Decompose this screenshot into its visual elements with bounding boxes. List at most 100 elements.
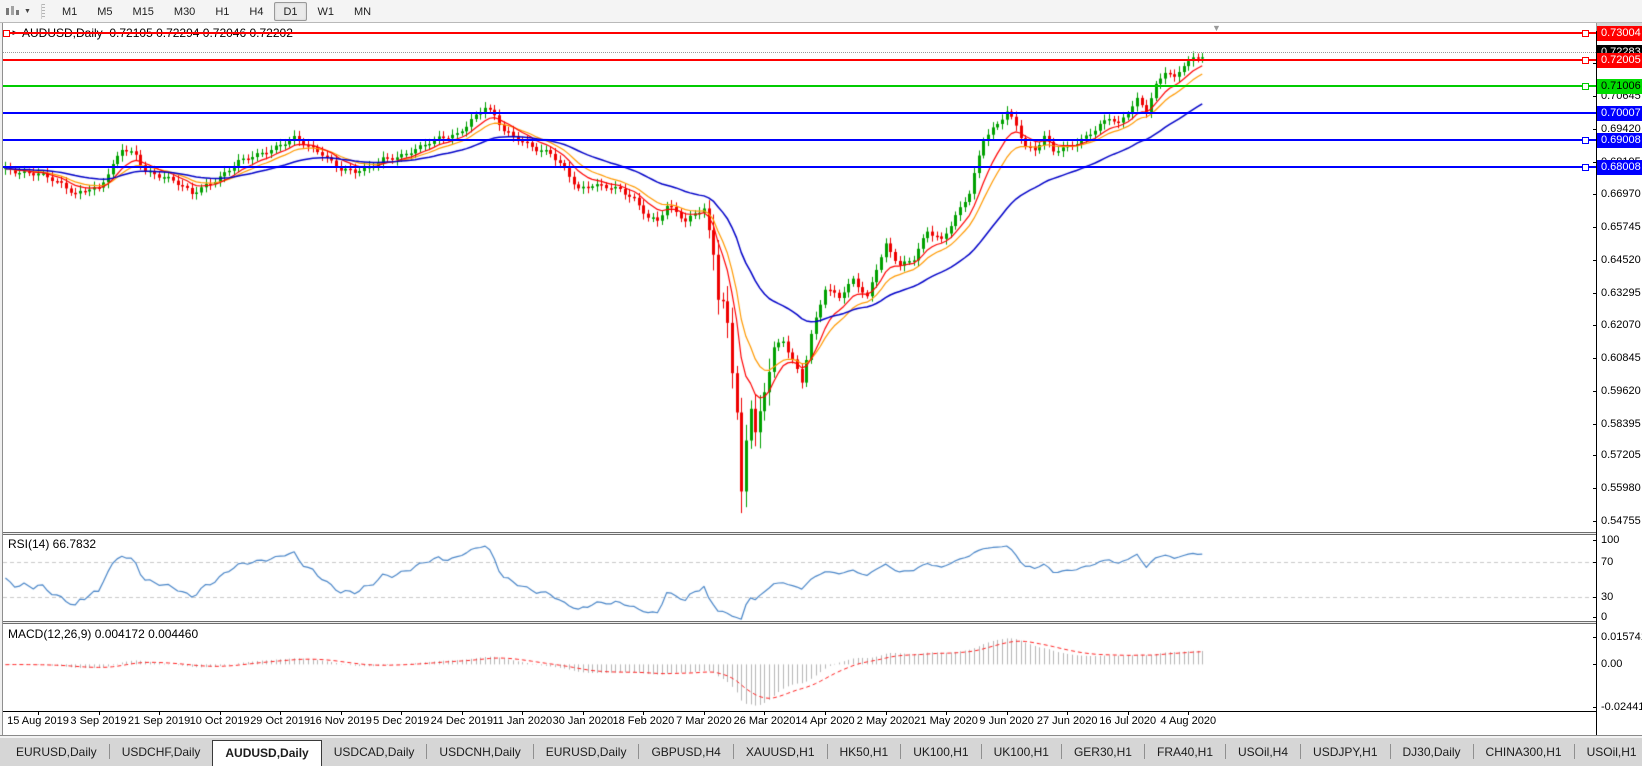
tab-usdcad-daily[interactable]: USDCAD,Daily: [322, 741, 427, 763]
price-axis-tick: 0.65745: [1601, 221, 1641, 234]
horizontal-line-0.70007[interactable]: [3, 112, 1596, 114]
line-handle-left[interactable]: [3, 30, 10, 37]
price-axis-tick: 0.55980: [1601, 482, 1641, 495]
main-chart-canvas[interactable]: [3, 24, 1593, 532]
price-axis-tickmark: [1593, 455, 1597, 456]
price-axis-tickmark: [1593, 194, 1597, 195]
timeframe-toolbar: M1M5M15M30H1H4D1W1MN: [53, 2, 382, 21]
rsi-label: RSI(14) 66.7832: [8, 537, 96, 551]
macd-axis-tick: 0.00: [1601, 658, 1622, 671]
date-tickmark: [38, 712, 39, 715]
date-label: 14 Apr 2020: [795, 715, 854, 727]
date-label: 10 Oct 2019: [190, 715, 250, 727]
price-badge-0.73004: 0.73004: [1597, 26, 1642, 41]
rsi-axis-tick: 0: [1601, 611, 1607, 624]
line-handle-right[interactable]: [1582, 30, 1589, 37]
horizontal-line-0.72005[interactable]: [3, 59, 1596, 61]
horizontal-line-0.73004[interactable]: [3, 32, 1596, 34]
tab-ger30-h1[interactable]: GER30,H1: [1062, 741, 1144, 763]
rsi-axis-tick: 30: [1601, 591, 1613, 604]
toolbar-grip[interactable]: [41, 4, 45, 19]
panel-splitter-macd[interactable]: [3, 621, 1596, 624]
horizontal-line-0.68008[interactable]: [3, 166, 1596, 168]
macd-axis-tick: 0.015741: [1601, 631, 1642, 644]
timeframe-button-w1[interactable]: W1: [309, 2, 344, 21]
timeframe-button-d1[interactable]: D1: [274, 2, 306, 21]
line-handle-right[interactable]: [1582, 137, 1589, 144]
rsi-axis-tickmark: [1593, 562, 1597, 563]
date-tickmark: [825, 712, 826, 715]
tab-usdcnh-daily[interactable]: USDCNH,Daily: [427, 741, 532, 763]
timeframe-button-h1[interactable]: H1: [206, 2, 238, 21]
date-tickmark: [462, 712, 463, 715]
rsi-axis-tickmark: [1593, 597, 1597, 598]
line-handle-right[interactable]: [1582, 164, 1589, 171]
horizontal-line-0.69008[interactable]: [3, 139, 1596, 141]
date-tickmark: [886, 712, 887, 715]
tab-audusd-daily[interactable]: AUDUSD,Daily: [212, 740, 321, 766]
date-tickmark: [1188, 712, 1189, 715]
tab-uk100-h1[interactable]: UK100,H1: [982, 741, 1061, 763]
timeframe-button-m1[interactable]: M1: [53, 2, 86, 21]
tab-usdchf-daily[interactable]: USDCHF,Daily: [110, 741, 213, 763]
tab-usoil-h1[interactable]: USOil,H1: [1575, 741, 1642, 763]
date-label: 27 Jun 2020: [1037, 715, 1098, 727]
chart-tab-bar: EURUSD,DailyUSDCHF,DailyAUDUSD,DailyUSDC…: [0, 735, 1642, 766]
tab-usdjpy-h1[interactable]: USDJPY,H1: [1301, 741, 1389, 763]
macd-panel-canvas[interactable]: [3, 624, 1593, 711]
date-tickmark: [341, 712, 342, 715]
tab-hk50-h1[interactable]: HK50,H1: [828, 741, 901, 763]
timeframe-button-m30[interactable]: M30: [165, 2, 204, 21]
tab-china300-h1[interactable]: CHINA300,H1: [1474, 741, 1574, 763]
line-handle-right[interactable]: [1582, 57, 1589, 64]
tab-uk100-h1[interactable]: UK100,H1: [901, 741, 980, 763]
price-axis-tickmark: [1593, 358, 1597, 359]
tab-usoil-h4[interactable]: USOil,H4: [1226, 741, 1300, 763]
macd-axis-tickmark: [1593, 637, 1597, 638]
panel-splitter-rsi[interactable]: [3, 532, 1596, 535]
price-axis-tick: 0.66970: [1601, 188, 1641, 201]
date-label: 15 Aug 2019: [7, 715, 69, 727]
line-handle-right[interactable]: [1582, 83, 1589, 90]
chart-window-left-border: [2, 23, 3, 766]
timeframe-button-h4[interactable]: H4: [240, 2, 272, 21]
timeframe-button-m15[interactable]: M15: [124, 2, 163, 21]
date-tickmark: [220, 712, 221, 715]
price-axis-tick: 0.54755: [1601, 515, 1641, 528]
rsi-axis-tick: 70: [1601, 556, 1613, 569]
price-badge-0.72005: 0.72005: [1597, 53, 1642, 68]
tab-fra40-h1[interactable]: FRA40,H1: [1145, 741, 1225, 763]
tab-eurusd-daily[interactable]: EURUSD,Daily: [4, 741, 109, 763]
tab-eurusd-daily[interactable]: EURUSD,Daily: [534, 741, 639, 763]
chevron-down-icon[interactable]: ▼: [24, 8, 31, 15]
date-label: 16 Nov 2019: [309, 715, 371, 727]
date-label: 26 Mar 2020: [734, 715, 796, 727]
tab-dj30-daily[interactable]: DJ30,Daily: [1391, 741, 1473, 763]
price-badge-0.68008: 0.68008: [1597, 160, 1642, 175]
rsi-axis-tick: 100: [1601, 534, 1619, 547]
date-tickmark: [1007, 712, 1008, 715]
macd-label: MACD(12,26,9) 0.004172 0.004460: [8, 627, 198, 641]
rsi-panel-canvas[interactable]: [3, 535, 1593, 621]
horizontal-line-0.71006[interactable]: [3, 85, 1596, 87]
time-axis-border: [3, 711, 1596, 712]
price-badge-0.71006: 0.71006: [1597, 79, 1642, 94]
timeframe-button-mn[interactable]: MN: [345, 2, 380, 21]
date-tickmark: [1128, 712, 1129, 715]
date-tickmark: [946, 712, 947, 715]
top-toolbar: ▼ M1M5M15M30H1H4D1W1MN: [0, 0, 1642, 23]
date-tickmark: [522, 712, 523, 715]
price-axis-tickmark: [1593, 325, 1597, 326]
rsi-axis-tickmark: [1593, 617, 1597, 618]
tab-xauusd-h1[interactable]: XAUUSD,H1: [734, 741, 827, 763]
date-label: 3 Sep 2019: [70, 715, 126, 727]
date-label: 18 Feb 2020: [613, 715, 675, 727]
chart-bars-icon[interactable]: [3, 2, 23, 20]
tab-gbpusd-h4[interactable]: GBPUSD,H4: [639, 741, 732, 763]
date-tickmark: [401, 712, 402, 715]
rsi-axis-tickmark: [1593, 540, 1597, 541]
macd-axis-tickmark: [1593, 707, 1597, 708]
price-badge-0.70007: 0.70007: [1597, 106, 1642, 121]
price-axis-tickmark: [1593, 96, 1597, 97]
timeframe-button-m5[interactable]: M5: [88, 2, 121, 21]
